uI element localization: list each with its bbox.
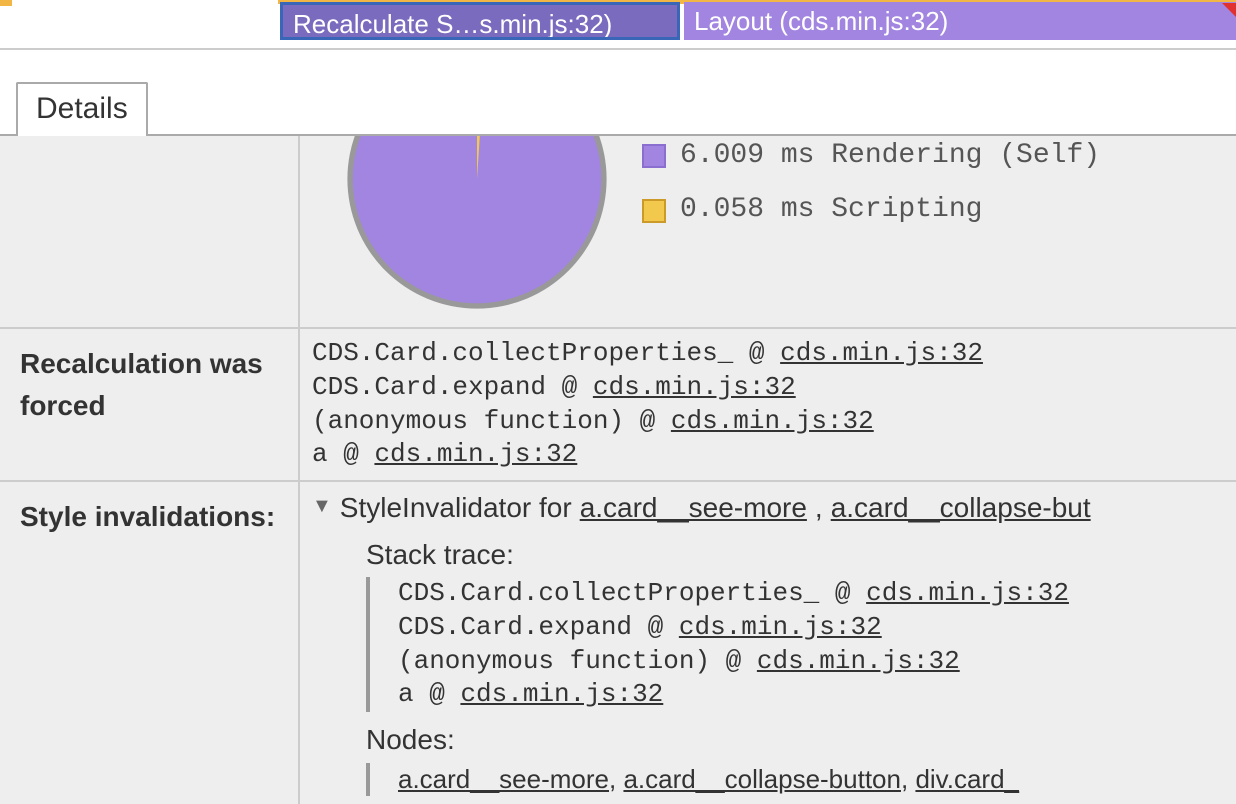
style-inv-stack: CDS.Card.collectProperties_ @ cds.min.js… <box>366 577 1216 712</box>
source-link[interactable]: cds.min.js:32 <box>593 372 796 402</box>
disclosure-triangle-icon[interactable]: ▼ <box>312 493 332 519</box>
stack-fn: CDS.Card.expand <box>398 612 632 642</box>
legend-text: 6.009 ms Rendering (Self) <box>680 138 1100 174</box>
stack-frame: a @ cds.min.js:32 <box>398 678 1216 712</box>
source-link[interactable]: cds.min.js:32 <box>460 679 663 709</box>
style-invalidations-label: Style invalidations: <box>0 482 300 804</box>
source-link[interactable]: cds.min.js:32 <box>757 646 960 676</box>
stack-fn: a <box>398 679 414 709</box>
flamechart-bar-label: Layout (cds.min.js:32) <box>694 6 948 36</box>
pie-legend: 6.009 ms Rendering (Self) 0.058 ms Scrip… <box>642 138 1100 229</box>
source-link[interactable]: cds.min.js:32 <box>866 578 1069 608</box>
legend-swatch-rendering <box>642 144 666 168</box>
style-invalidations-value: ▼ StyleInvalidator for a.card__see-more,… <box>300 482 1236 804</box>
details-tab-strip: Details <box>0 80 1236 136</box>
scripting-sliver <box>0 0 12 6</box>
stack-at: @ <box>835 578 851 608</box>
recalculation-forced-label: Recalculation was forced <box>0 329 300 480</box>
stack-frame: CDS.Card.collectProperties_ @ cds.min.js… <box>398 577 1216 611</box>
aggregated-time-row: 6.009 ms Rendering (Self) 0.058 ms Scrip… <box>0 136 1236 329</box>
node-link[interactable]: a.card__see-more <box>398 764 609 794</box>
stack-trace-heading: Stack trace: <box>366 537 1216 573</box>
selector-link[interactable]: a.card__collapse-but <box>831 490 1091 526</box>
source-link[interactable]: cds.min.js:32 <box>374 439 577 469</box>
stack-at: @ <box>749 338 765 368</box>
node-link[interactable]: a.card__collapse-button <box>623 764 901 794</box>
stack-at: @ <box>726 646 742 676</box>
source-link[interactable]: cds.min.js:32 <box>671 406 874 436</box>
tab-label: Details <box>36 92 128 125</box>
warning-triangle-icon <box>1222 3 1236 17</box>
source-link[interactable]: cds.min.js:32 <box>679 612 882 642</box>
recalculation-forced-stack: CDS.Card.collectProperties_ @ cds.min.js… <box>300 329 1236 480</box>
stack-fn: CDS.Card.expand <box>312 372 546 402</box>
legend-text: 0.058 ms Scripting <box>680 192 982 228</box>
stack-frame: CDS.Card.expand @ cds.min.js:32 <box>312 371 1216 405</box>
stack-at: @ <box>429 679 445 709</box>
stack-fn: CDS.Card.collectProperties_ <box>312 338 733 368</box>
flamechart-bar-recalculate-style[interactable]: Recalculate S…s.min.js:32) <box>280 2 680 40</box>
style-invalidator-header[interactable]: ▼ StyleInvalidator for a.card__see-more,… <box>312 490 1216 526</box>
tab-details[interactable]: Details <box>16 82 148 136</box>
flamechart-bar-label: Recalculate S…s.min.js:32) <box>293 9 612 39</box>
recalculation-forced-row: Recalculation was forced CDS.Card.collec… <box>0 329 1236 482</box>
legend-item-scripting: 0.058 ms Scripting <box>642 192 1100 228</box>
stack-at: @ <box>648 612 664 642</box>
stack-at: @ <box>562 372 578 402</box>
stack-fn: (anonymous function) <box>398 646 710 676</box>
legend-item-rendering: 6.009 ms Rendering (Self) <box>642 138 1100 174</box>
stack-at: @ <box>343 439 359 469</box>
stack-frame: CDS.Card.collectProperties_ @ cds.min.js… <box>312 337 1216 371</box>
stack-frame: (anonymous function) @ cds.min.js:32 <box>312 405 1216 439</box>
node-link[interactable]: div.card_ <box>915 764 1019 794</box>
flamechart-bar-layout[interactable]: Layout (cds.min.js:32) <box>684 2 1236 40</box>
legend-swatch-scripting <box>642 199 666 223</box>
style-invalidator-prefix: StyleInvalidator for <box>340 490 572 526</box>
aggregated-time-label <box>0 136 300 327</box>
selector-link[interactable]: a.card__see-more <box>580 490 807 526</box>
flamechart-row: Recalculate S…s.min.js:32) Layout (cds.m… <box>0 0 1236 50</box>
separator: , <box>815 490 823 526</box>
stack-fn: (anonymous function) <box>312 406 624 436</box>
source-link[interactable]: cds.min.js:32 <box>780 338 983 368</box>
time-breakdown-pie <box>342 136 612 314</box>
stack-fn: a <box>312 439 328 469</box>
stack-frame: a @ cds.min.js:32 <box>312 438 1216 472</box>
stack-fn: CDS.Card.collectProperties_ <box>398 578 819 608</box>
style-invalidations-row: Style invalidations: ▼ StyleInvalidator … <box>0 482 1236 804</box>
details-panel: 6.009 ms Rendering (Self) 0.058 ms Scrip… <box>0 136 1236 804</box>
stack-frame: CDS.Card.expand @ cds.min.js:32 <box>398 611 1216 645</box>
stack-at: @ <box>640 406 656 436</box>
stack-frame: (anonymous function) @ cds.min.js:32 <box>398 645 1216 679</box>
style-inv-nodes: a.card__see-more, a.card__collapse-butto… <box>366 763 1216 797</box>
nodes-heading: Nodes: <box>366 722 1216 758</box>
